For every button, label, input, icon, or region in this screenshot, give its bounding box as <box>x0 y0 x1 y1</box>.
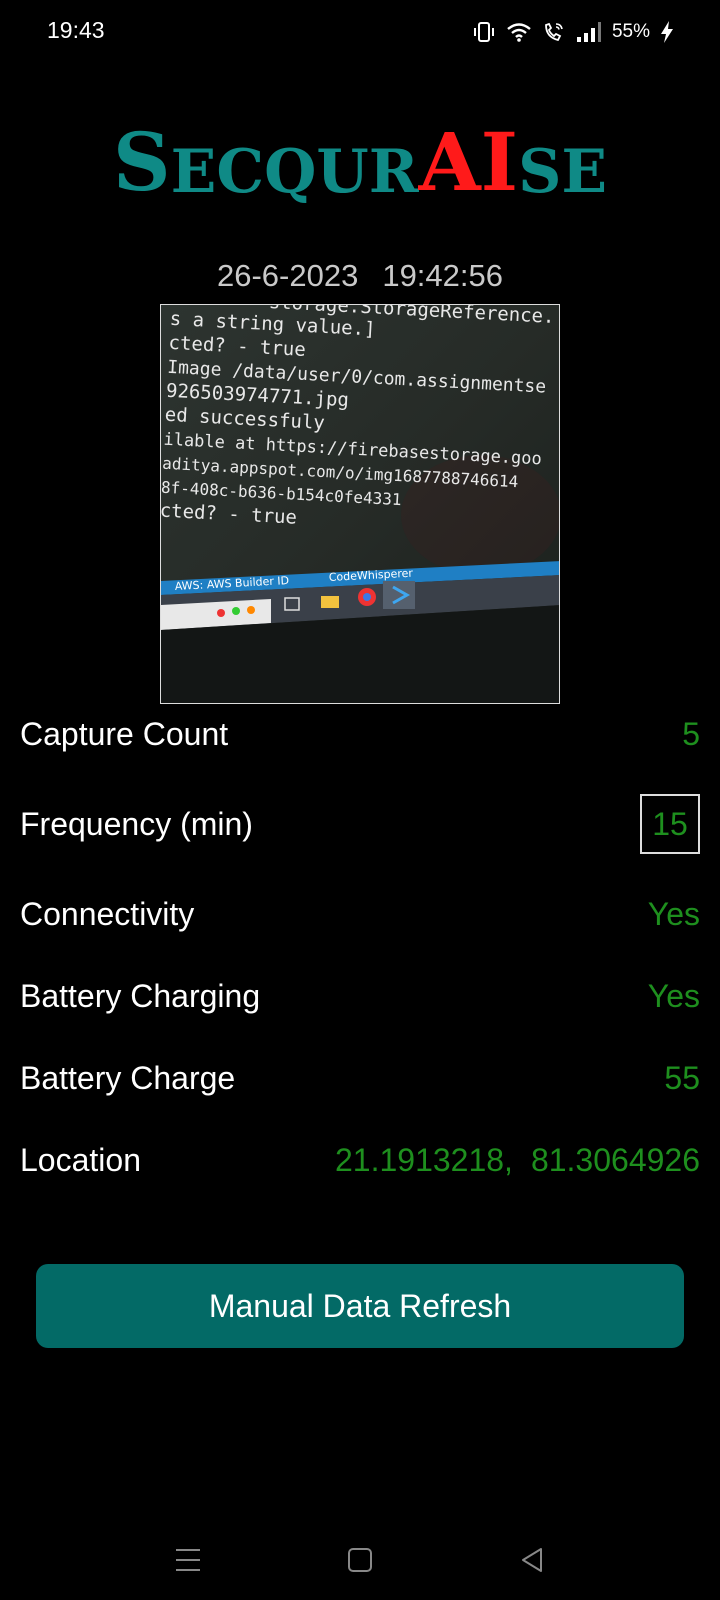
capture-time: 19:42:56 <box>382 258 503 293</box>
captured-photo-graphic: storage.StorageReference. s a string val… <box>161 305 559 703</box>
captured-photo: storage.StorageReference. s a string val… <box>160 304 560 704</box>
battery-charging-label: Battery Charging <box>20 977 261 1014</box>
connectivity-row: Connectivity Yes <box>20 884 700 944</box>
wifi-icon <box>506 20 532 44</box>
signal-icon <box>576 21 602 43</box>
back-icon[interactable] <box>512 1540 552 1580</box>
connectivity-value: Yes <box>647 895 700 932</box>
menu-icon[interactable] <box>168 1540 208 1580</box>
app-logo: S ECQUR AI SE <box>113 112 607 209</box>
location-label: Location <box>20 1141 141 1178</box>
frequency-input[interactable]: 15 <box>640 794 700 854</box>
frequency-row: Frequency (min) 15 <box>20 794 700 854</box>
battery-charge-row: Battery Charge 55 <box>20 1048 700 1108</box>
capture-count-row: Capture Count 5 <box>20 704 700 764</box>
capture-count-value: 5 <box>682 715 700 752</box>
battery-charge-value: 55 <box>664 1059 700 1096</box>
battery-charging-value: Yes <box>647 977 700 1014</box>
logo-part-se: SE <box>518 137 608 207</box>
capture-count-label: Capture Count <box>20 715 229 752</box>
location-row: Location 21.1913218, 81.3064926 <box>20 1130 700 1190</box>
system-nav-bar <box>0 1520 720 1600</box>
logo-part-ecqur: ECQUR <box>170 137 419 207</box>
location-value: 21.1913218, 81.3064926 <box>335 1142 700 1179</box>
capture-timestamp: 26-6-2023 19:42:56 <box>160 258 560 294</box>
capture-date: 26-6-2023 <box>216 258 359 293</box>
location-latitude: 21.1913218, <box>334 1141 513 1178</box>
status-bar: 19:43 55% <box>0 0 720 64</box>
frequency-label: Frequency (min) <box>20 805 253 842</box>
status-time: 19:43 <box>47 17 105 43</box>
wifi-calling-icon <box>542 20 566 44</box>
logo-part-ai: AI <box>418 115 519 209</box>
battery-charge-label: Battery Charge <box>20 1059 236 1096</box>
home-icon[interactable] <box>340 1540 380 1580</box>
charging-bolt-icon <box>660 20 674 44</box>
vibrate-icon <box>472 20 496 44</box>
location-longitude: 81.3064926 <box>530 1141 700 1178</box>
logo-part-s: S <box>112 115 171 209</box>
status-icons: 55% <box>472 16 674 48</box>
manual-refresh-button[interactable]: Manual Data Refresh <box>36 1264 684 1348</box>
battery-charging-row: Battery Charging Yes <box>20 966 700 1026</box>
connectivity-label: Connectivity <box>20 895 195 932</box>
battery-percent: 55% <box>611 21 650 42</box>
